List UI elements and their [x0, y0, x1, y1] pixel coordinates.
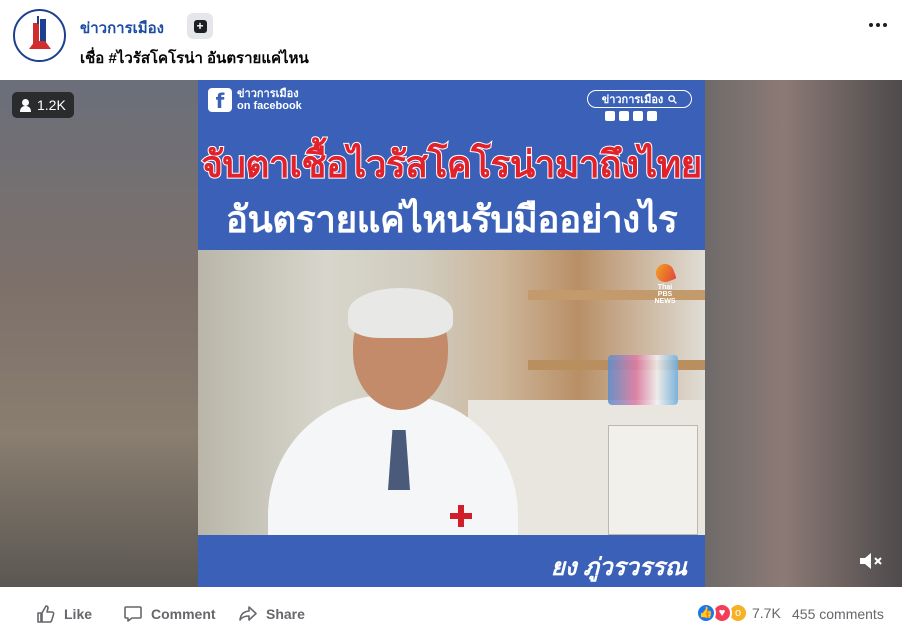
video-frame: f ข่าวการเมือง on facebook ข่าวการเมือง	[198, 80, 705, 587]
dot-icon	[869, 23, 873, 27]
overlay-search-pill: ข่าวการเมือง	[587, 90, 692, 108]
viewer-count: 1.2K	[37, 97, 66, 113]
lab-bottles	[608, 355, 678, 405]
speaker-muted-icon	[860, 553, 882, 569]
like-button[interactable]: Like	[36, 604, 92, 624]
like-label: Like	[64, 606, 93, 622]
facebook-video-post: ข่าวการเมือง + เชื่อ #ไวรัสโคโรน่า อันตร…	[0, 0, 902, 640]
share-arrow-icon	[239, 606, 257, 621]
headline-line2: อันตรายแค่ไหนรับมืออย่างไร	[225, 199, 678, 240]
facebook-icon	[633, 111, 643, 121]
page-logo-icon	[16, 12, 63, 59]
speaker-name-bar: ยง ภู่วรวรรณ	[198, 535, 705, 587]
person-icon	[20, 98, 31, 112]
video-blurred-right	[704, 80, 902, 587]
comment-button[interactable]: Comment	[123, 604, 216, 624]
youtube-icon	[647, 111, 657, 121]
facebook-icon: f	[208, 88, 232, 113]
post-caption: เชื่อ #ไวรัสโคโรน่า อันตรายแค่ไหน	[80, 50, 309, 67]
share-label: Share	[266, 606, 305, 622]
thai-pbs-logo: Thai PBS NEWS	[650, 261, 680, 305]
interview-photo: Thai PBS NEWS	[198, 250, 705, 535]
share-button[interactable]: Share	[238, 604, 305, 624]
page-name-link[interactable]: ข่าวการเมือง	[80, 16, 164, 40]
page-avatar[interactable]	[13, 9, 66, 62]
like-reaction-icon: 👍	[696, 603, 716, 623]
plus-icon: +	[193, 19, 207, 33]
fb-brand: f ข่าวการเมือง on facebook	[208, 88, 302, 113]
speaker-name: ยง ภู่วรวรรณ	[550, 554, 687, 581]
video-player[interactable]: 1.2K f ข่าวการเมือง on facebook ข่าวการเ…	[0, 80, 902, 587]
video-blurred-left	[0, 80, 198, 587]
viewer-count-badge: 1.2K	[12, 92, 74, 118]
fb-brand-line1: ข่าวการเมือง	[237, 88, 299, 100]
follow-button[interactable]: +	[187, 13, 213, 39]
comment-bubble-icon	[124, 606, 142, 622]
post-header: ข่าวการเมือง + เชื่อ #ไวรัสโคโรน่า อันตร…	[0, 0, 902, 80]
instagram-icon	[605, 111, 615, 121]
reactions-count: 7.7K	[752, 605, 781, 621]
red-cross-icon	[450, 505, 472, 527]
reactions-summary[interactable]: 👍 ♥ o 7.7K	[696, 603, 781, 623]
thumbs-up-icon	[37, 605, 55, 623]
search-icon	[668, 94, 678, 104]
dot-icon	[876, 23, 880, 27]
social-icons-row	[605, 111, 657, 121]
lab-cabinet	[608, 425, 698, 535]
dot-icon	[883, 23, 887, 27]
comments-count-link[interactable]: 455 comments	[792, 606, 884, 622]
comment-label: Comment	[151, 606, 216, 622]
twitter-icon	[619, 111, 629, 121]
headline-line1: จับตาเชื้อไวรัสโคโรน่ามาถึงไทย	[200, 143, 703, 186]
mute-button[interactable]	[858, 550, 884, 572]
overlay-search-label: ข่าวการเมือง	[601, 94, 664, 106]
fb-brand-line2: on facebook	[237, 100, 302, 112]
more-options-button[interactable]	[862, 12, 894, 38]
post-footer: Like Comment Share 👍 ♥ o 7.7K 455 commen…	[0, 587, 902, 640]
